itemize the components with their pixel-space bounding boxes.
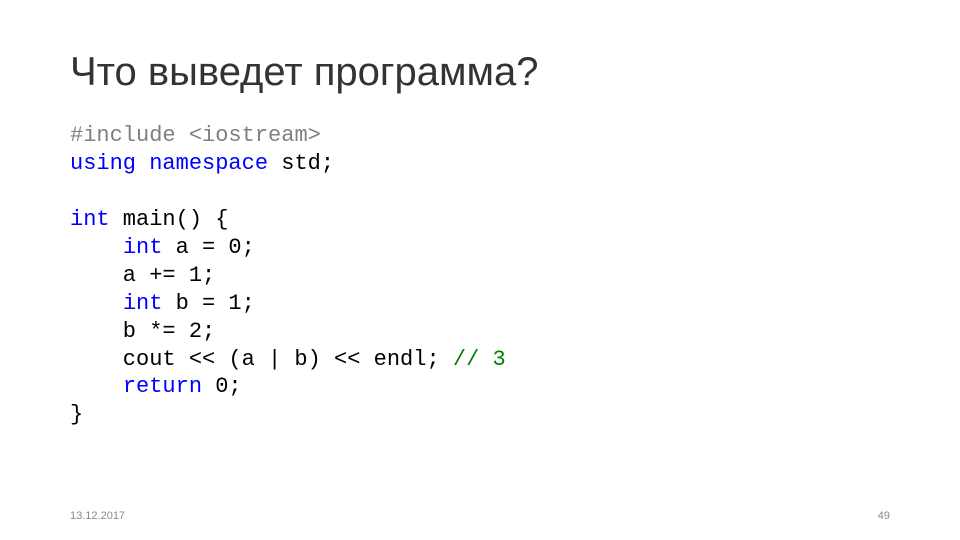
code-block: #include <iostream> using namespace std;…: [70, 122, 890, 429]
code-keyword: return: [123, 374, 202, 399]
code-keyword: namespace: [149, 151, 268, 176]
code-comment: // 3: [453, 347, 506, 372]
code-keyword: using: [70, 151, 136, 176]
code-text: b = 1;: [162, 291, 254, 316]
code-text: b *= 2;: [70, 319, 215, 344]
code-text: [70, 235, 123, 260]
slide-title: Что выведет программа?: [70, 50, 890, 94]
code-preprocessor: #include: [70, 123, 176, 148]
code-text: [176, 123, 189, 148]
code-text: [70, 291, 123, 316]
slide: Что выведет программа? #include <iostrea…: [0, 0, 960, 540]
code-text: main() {: [110, 207, 229, 232]
code-header: <iostream>: [189, 123, 321, 148]
code-text: std;: [268, 151, 334, 176]
code-text: 0;: [202, 374, 242, 399]
code-text: a = 0;: [162, 235, 254, 260]
footer-page-number: 49: [878, 510, 890, 522]
code-keyword: int: [123, 235, 163, 260]
footer-date: 13.12.2017: [70, 510, 125, 522]
code-text: }: [70, 402, 83, 427]
code-text: [70, 374, 123, 399]
code-text: cout << (a | b) << endl;: [70, 347, 453, 372]
code-text: [136, 151, 149, 176]
code-keyword: int: [70, 207, 110, 232]
code-text: a += 1;: [70, 263, 215, 288]
code-keyword: int: [123, 291, 163, 316]
